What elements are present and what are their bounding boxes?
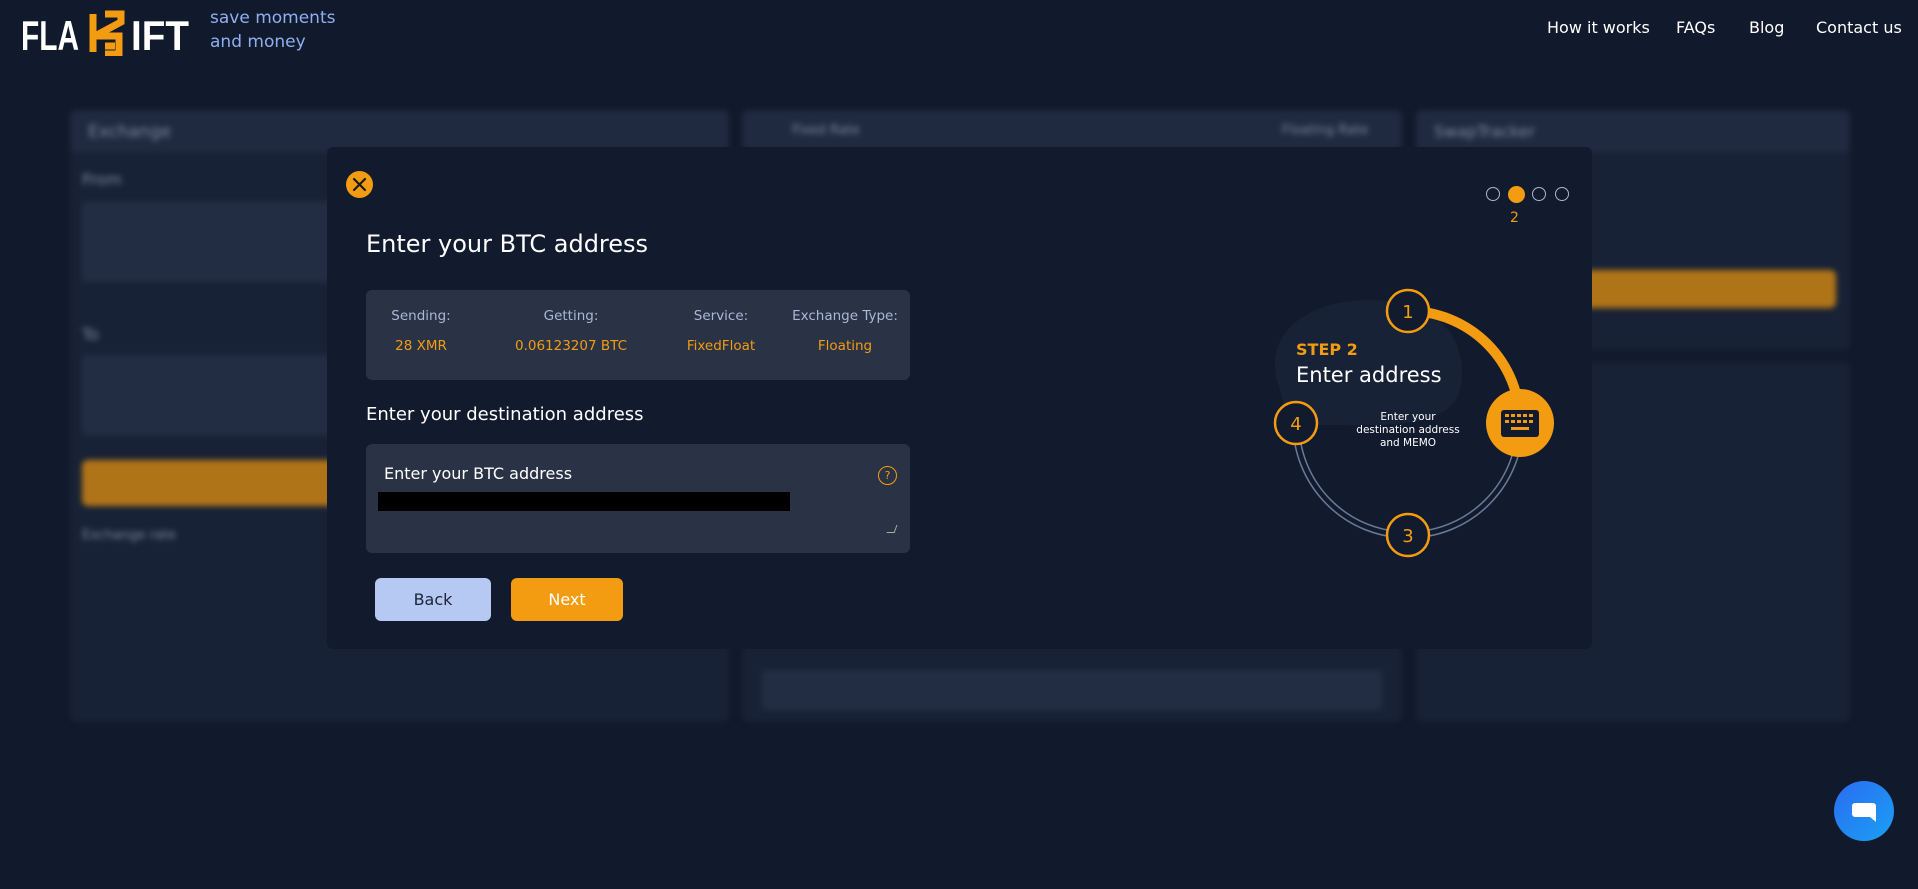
flashift-logo[interactable]: FLA IFT: [21, 10, 191, 56]
step-title: STEP 2: [1296, 340, 1358, 359]
floating-rate-tab: Floating Rate: [1282, 123, 1369, 138]
chat-bubble-icon: [1852, 803, 1876, 822]
step-description: destination address: [1356, 424, 1459, 436]
svg-text:FLA: FLA: [21, 12, 79, 56]
redacted-address-value[interactable]: [378, 492, 790, 511]
step-node-2-current: [1486, 389, 1554, 457]
summary-exchange-type: Exchange Type: Floating: [780, 308, 910, 354]
summary-service: Service: FixedFloat: [666, 308, 776, 354]
tagline-line2: and money: [210, 32, 306, 52]
summary-value: 0.06123207 BTC: [514, 338, 628, 354]
keyboard-icon: [1501, 410, 1539, 437]
step-name: Enter address: [1296, 363, 1442, 387]
summary-label: Sending:: [391, 308, 451, 324]
step-diagram: 1 3 4 STEP 2 Enter address Enter your de…: [1273, 288, 1554, 558]
nav-how-it-works[interactable]: How it works: [1547, 18, 1650, 37]
tracker-title: SwapTracker: [1434, 122, 1535, 141]
step-node-3: 3: [1385, 512, 1431, 558]
step-node-1: 1: [1385, 288, 1431, 334]
modal-title: Enter your BTC address: [366, 230, 649, 258]
summary-label: Exchange Type:: [792, 308, 898, 324]
close-icon: [352, 177, 367, 192]
close-button[interactable]: [346, 171, 373, 198]
from-label: From: [82, 170, 122, 189]
to-label: To: [82, 325, 99, 344]
exchange-rate-label: Exchange rate: [82, 528, 177, 543]
nav-contact-us[interactable]: Contact us: [1816, 18, 1902, 37]
resize-handle[interactable]: [886, 525, 898, 533]
help-icon[interactable]: ?: [878, 466, 897, 485]
btc-address-input[interactable]: Enter your BTC address ?: [366, 444, 910, 553]
tagline: save moments and money: [210, 6, 335, 54]
back-button[interactable]: Back: [375, 578, 491, 621]
nav-faqs[interactable]: FAQs: [1676, 18, 1715, 37]
tagline-line1: save moments: [210, 8, 336, 28]
fixed-rate-tab: Fixed Rate: [792, 123, 860, 138]
summary-sending: Sending: 28 XMR: [366, 308, 476, 354]
step-node-4: 4: [1273, 400, 1319, 446]
summary-value: FixedFloat: [686, 338, 756, 354]
swap-summary: Sending: 28 XMR Getting: 0.06123207 BTC Se…: [366, 290, 910, 380]
address-input-label: Enter your BTC address: [384, 464, 573, 483]
next-button[interactable]: Next: [511, 578, 623, 621]
destination-heading: Enter your destination address: [366, 404, 644, 425]
step-node-label: 4: [1290, 414, 1301, 435]
step-node-label: 3: [1402, 526, 1413, 547]
step-node-label: 1: [1402, 302, 1413, 323]
summary-value: Floating: [817, 338, 873, 354]
summary-label: Getting:: [543, 308, 599, 324]
step-description: and MEMO: [1380, 437, 1436, 449]
nav-blog[interactable]: Blog: [1749, 18, 1784, 37]
svg-text:IFT: IFT: [131, 12, 189, 56]
exchange-title: Exchange: [88, 122, 172, 142]
summary-label: Service:: [693, 308, 749, 324]
summary-value: 28 XMR: [395, 338, 447, 354]
chat-button[interactable]: [1834, 781, 1894, 841]
step-description: Enter your: [1380, 411, 1436, 423]
summary-getting: Getting: 0.06123207 BTC: [491, 308, 651, 354]
